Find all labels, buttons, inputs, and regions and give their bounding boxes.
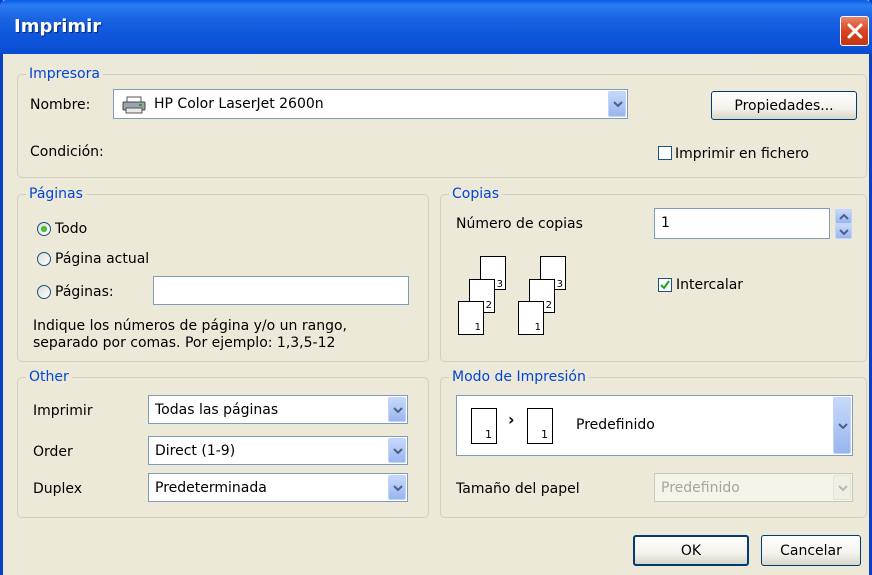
printer-icon bbox=[122, 96, 146, 114]
chevron-down-icon bbox=[393, 447, 403, 454]
ok-button-label: OK bbox=[680, 542, 702, 559]
other-group-label: Other bbox=[26, 369, 72, 386]
ok-button[interactable]: OK bbox=[633, 535, 749, 566]
other-duplex-value: Predeterminada bbox=[155, 479, 267, 496]
copies-count-input[interactable]: 1 bbox=[654, 208, 830, 239]
pages-current-radio[interactable] bbox=[37, 252, 51, 266]
other-print-select[interactable]: Todas las páginas bbox=[148, 395, 408, 424]
paper-size-value: Predefinido bbox=[661, 479, 740, 496]
pages-all-label[interactable]: Todo bbox=[55, 220, 87, 238]
print-mode-source-page: 1 bbox=[471, 408, 497, 444]
other-duplex-select[interactable]: Predeterminada bbox=[148, 473, 408, 502]
copies-count-label: Número de copias bbox=[456, 216, 583, 232]
collate-page-number: 3 bbox=[556, 279, 563, 290]
other-order-value: Direct (1-9) bbox=[155, 442, 236, 459]
paper-size-label: Tamaño del papel bbox=[456, 481, 580, 497]
paper-size-select[interactable]: Predefinido bbox=[654, 473, 853, 502]
print-mode-dropdown-button[interactable] bbox=[833, 397, 851, 454]
pages-hint-line-1: Indique los números de página y/o un ran… bbox=[33, 318, 347, 334]
print-mode-page-number: 1 bbox=[541, 428, 548, 441]
print-to-file-checkbox[interactable] bbox=[658, 146, 672, 160]
print-mode-select[interactable]: 1 › 1 Predefinido bbox=[456, 395, 853, 456]
print-dialog: Imprimir Impresora Nombre: HP Color Lase… bbox=[0, 0, 872, 575]
other-print-label: Imprimir bbox=[33, 403, 93, 419]
checkmark-icon bbox=[660, 280, 670, 290]
pages-range-label[interactable]: Páginas: bbox=[55, 283, 114, 301]
pages-range-input[interactable] bbox=[153, 276, 409, 305]
close-icon bbox=[847, 23, 863, 39]
pages-current-label[interactable]: Página actual bbox=[55, 250, 149, 268]
print-to-file-label[interactable]: Imprimir en fichero bbox=[675, 145, 809, 163]
other-order-dropdown-button[interactable] bbox=[388, 438, 406, 463]
print-mode-page-number: 1 bbox=[485, 428, 492, 441]
printer-status-label: Condición: bbox=[30, 144, 104, 160]
collate-page-number: 2 bbox=[545, 300, 552, 311]
paper-size-dropdown-button[interactable] bbox=[833, 475, 851, 500]
dialog-title: Imprimir bbox=[14, 16, 102, 37]
collate-page-number: 3 bbox=[496, 279, 503, 290]
collate-label[interactable]: Intercalar bbox=[676, 276, 743, 294]
chevron-down-icon bbox=[838, 484, 848, 491]
copies-count-value: 1 bbox=[661, 215, 670, 231]
cancel-button[interactable]: Cancelar bbox=[761, 535, 861, 566]
collate-page-number: 1 bbox=[474, 322, 481, 333]
properties-button-label: Propiedades... bbox=[734, 97, 834, 114]
copies-up-button[interactable] bbox=[835, 209, 852, 224]
printer-group-label: Impresora bbox=[26, 66, 103, 83]
other-duplex-dropdown-button[interactable] bbox=[388, 475, 406, 500]
print-mode-target-page: 1 bbox=[527, 408, 553, 444]
chevron-down-icon bbox=[393, 406, 403, 413]
chevron-down-icon bbox=[839, 229, 849, 235]
collate-checkbox[interactable] bbox=[658, 278, 672, 292]
chevron-down-icon bbox=[393, 484, 403, 491]
print-mode-group-label: Modo de Impresión bbox=[449, 369, 589, 386]
printer-name-select[interactable]: HP Color LaserJet 2600n bbox=[113, 89, 628, 119]
title-bar[interactable]: Imprimir bbox=[0, 0, 872, 54]
chevron-down-icon bbox=[613, 101, 623, 107]
printer-name-label: Nombre: bbox=[30, 97, 91, 113]
cancel-button-label: Cancelar bbox=[780, 542, 842, 559]
printer-name-value: HP Color LaserJet 2600n bbox=[154, 96, 324, 112]
chevron-up-icon bbox=[839, 214, 849, 220]
print-mode-value: Predefinido bbox=[576, 417, 655, 433]
print-mode-arrow: › bbox=[508, 410, 515, 429]
properties-button[interactable]: Propiedades... bbox=[711, 91, 857, 120]
other-print-dropdown-button[interactable] bbox=[388, 397, 406, 422]
pages-range-radio[interactable] bbox=[37, 285, 51, 299]
other-print-value: Todas las páginas bbox=[155, 401, 279, 418]
close-button[interactable] bbox=[840, 16, 869, 46]
pages-hint-line-2: separado por comas. Por ejemplo: 1,3,5-1… bbox=[33, 335, 336, 351]
copies-down-button[interactable] bbox=[835, 224, 852, 239]
chevron-down-icon bbox=[838, 422, 848, 429]
pages-all-radio[interactable] bbox=[37, 222, 51, 236]
copies-group-label: Copias bbox=[449, 186, 502, 203]
other-duplex-label: Duplex bbox=[33, 481, 83, 497]
collate-page-number: 2 bbox=[485, 300, 492, 311]
other-order-select[interactable]: Direct (1-9) bbox=[148, 436, 408, 465]
pages-group-label: Páginas bbox=[26, 186, 86, 203]
collate-page-number: 1 bbox=[534, 322, 541, 333]
printer-name-dropdown-button[interactable] bbox=[608, 91, 626, 117]
other-order-label: Order bbox=[33, 444, 73, 460]
